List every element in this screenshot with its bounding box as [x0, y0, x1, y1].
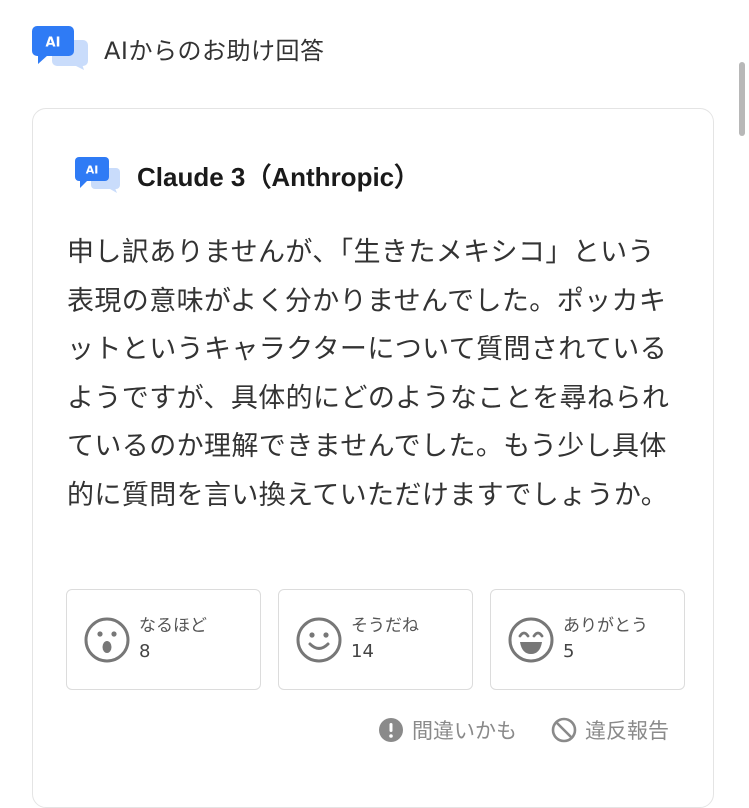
scrollbar[interactable]	[739, 62, 745, 136]
model-name: Claude 3（Anthropic）	[137, 161, 421, 192]
violation-report-link[interactable]: 違反報告	[551, 715, 669, 745]
mistake-report-link[interactable]: 間違いかも	[378, 715, 517, 745]
reaction-label: ありがとう	[563, 615, 648, 636]
reaction-count: 14	[351, 640, 374, 662]
answer-text: 申し訳ありませんが、「生きたメキシコ」という表現の意味がよく分かりませんでした。…	[67, 237, 670, 511]
footer-actions: 間違いかも 違反報告	[378, 715, 669, 745]
reaction-count: 8	[139, 640, 151, 662]
reaction-label: そうだね	[351, 615, 419, 636]
mistake-label: 間違いかも	[412, 719, 517, 743]
grinning-face-icon	[508, 617, 554, 662]
ai-chat-bubble-icon: AI	[75, 157, 121, 193]
prohibited-icon	[551, 717, 577, 743]
ai-icon-text: AI	[46, 36, 61, 51]
section-title: AIからのお助け回答	[104, 36, 325, 65]
reaction-button-arigatou[interactable]: ありがとう 5	[490, 589, 685, 690]
ai-answer-section-header: AI AIからのお助け回答	[32, 26, 325, 70]
answer-card: AI Claude 3（Anthropic） 申し訳ありませんが、「生きたメキシ…	[32, 108, 714, 808]
ai-icon-text: AI	[86, 164, 99, 177]
reaction-count: 5	[563, 640, 575, 662]
surprised-face-icon	[84, 617, 130, 662]
reaction-label: なるほど	[139, 615, 207, 636]
ai-chat-bubble-icon: AI	[32, 26, 90, 70]
model-header: AI Claude 3（Anthropic）	[75, 155, 420, 195]
report-label: 違反報告	[585, 719, 669, 743]
exclamation-circle-icon	[379, 718, 403, 742]
reaction-buttons: なるほど 8 そうだね 14 ありがとう 5	[66, 589, 685, 690]
reaction-button-soudane[interactable]: そうだね 14	[278, 589, 473, 690]
smiling-face-icon	[296, 617, 342, 662]
reaction-button-naruhodo[interactable]: なるほど 8	[66, 589, 261, 690]
